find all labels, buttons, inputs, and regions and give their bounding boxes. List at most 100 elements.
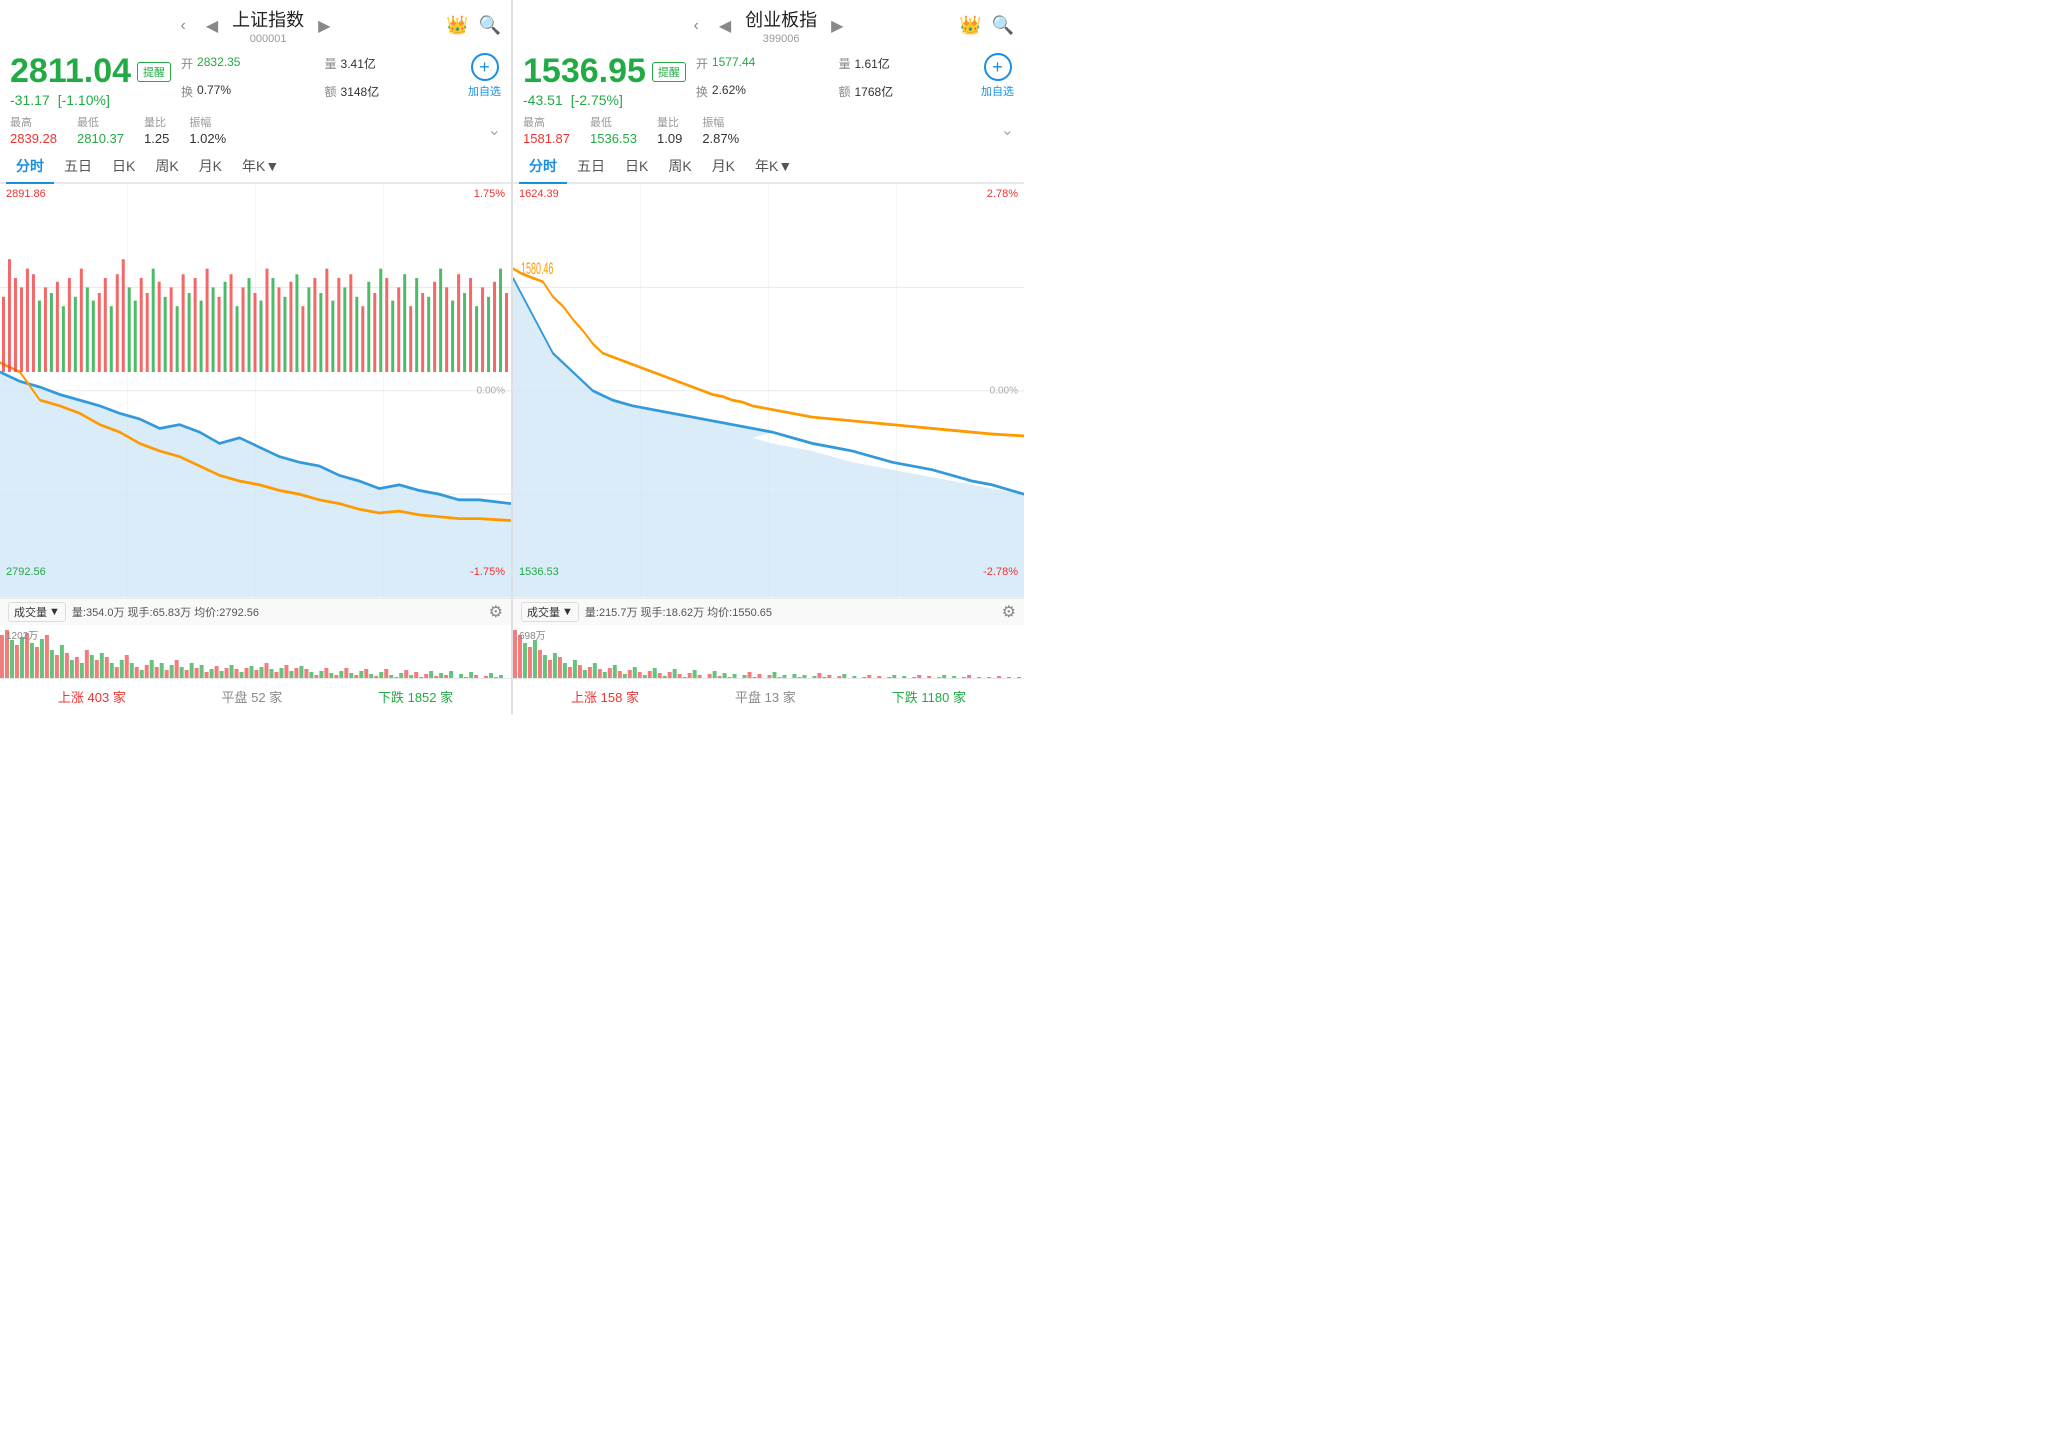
right-up-unit: 家: [626, 690, 639, 705]
left-up-label: 上涨: [58, 690, 84, 705]
left-prev-btn[interactable]: ◀: [200, 14, 224, 38]
left-volume-val: 3.41亿: [341, 55, 376, 81]
left-chevron-down-icon[interactable]: ⌄: [488, 120, 501, 140]
right-down-label: 下跌: [892, 690, 918, 705]
left-change-val: -31.17: [10, 92, 50, 108]
right-amount: 额 1768亿: [838, 83, 971, 109]
left-bottom-stats: 上涨 403 家 平盘 52 家 下跌 1852 家: [0, 678, 511, 714]
left-stats-row: 最高 2839.28 最低 2810.37 量比 1.25 振幅 1.02% ⌄: [0, 112, 511, 150]
right-chart-low-pct: -2.78%: [983, 566, 1018, 578]
right-flat-label: 平盘: [735, 690, 761, 705]
left-up-count: 403: [87, 690, 109, 705]
left-gear-icon[interactable]: ⚙: [489, 602, 503, 622]
right-tab-1[interactable]: 五日: [567, 150, 615, 182]
right-tab-5[interactable]: 年K▼: [745, 150, 802, 182]
left-vol-max: 1202万: [6, 627, 38, 642]
svg-text:1580.46: 1580.46: [521, 260, 553, 279]
right-next-btn[interactable]: ▶: [825, 14, 849, 38]
left-chart-mid-pct: 0.00%: [477, 386, 505, 397]
right-chart-svg: 1580.46: [513, 184, 1024, 598]
right-stat-vr: 量比 1.09: [657, 114, 682, 146]
right-tab-4[interactable]: 月K: [702, 150, 745, 182]
right-price-change: -43.51 [-2.75%]: [523, 92, 686, 108]
left-back-btn[interactable]: ‹: [175, 15, 192, 37]
right-amount-val: 1768亿: [854, 83, 893, 109]
right-alert-btn[interactable]: 提醒: [652, 62, 686, 82]
left-chart-area: 2891.86 1.75% 2792.56 -1.75% 0.00%: [0, 184, 511, 598]
right-chart-low: 1536.53: [519, 566, 559, 578]
left-tab-0[interactable]: 分时: [6, 150, 54, 182]
right-tab-0[interactable]: 分时: [519, 150, 567, 182]
right-tab-2[interactable]: 日K: [615, 150, 658, 182]
right-panel: ‹ ◀ 创业板指 399006 ▶ 👑 🔍 1536.95 提醒 -43.51: [513, 0, 1024, 714]
left-chart-low-pct: -1.75%: [470, 566, 505, 578]
right-code: 399006: [745, 33, 817, 45]
left-stat-amp: 振幅 1.02%: [189, 114, 226, 146]
left-next-btn[interactable]: ▶: [312, 14, 336, 38]
right-volume-dropdown[interactable]: 成交量 ▼: [521, 602, 579, 622]
left-down-count: 1852: [408, 690, 437, 705]
left-up-stats: 上涨 403 家: [58, 687, 126, 706]
right-search-icon[interactable]: 🔍: [992, 15, 1014, 36]
right-tab-3[interactable]: 周K: [658, 150, 701, 182]
right-volume-dropdown-icon: ▼: [562, 606, 573, 618]
left-add-watch-label: 加自选: [468, 83, 501, 99]
left-stat-high: 最高 2839.28: [10, 114, 57, 146]
left-tab-3[interactable]: 周K: [145, 150, 188, 182]
left-turnover: 换 0.77%: [181, 83, 314, 109]
left-tab-1[interactable]: 五日: [54, 150, 102, 182]
left-tab-2[interactable]: 日K: [102, 150, 145, 182]
left-chart-high: 2891.86: [6, 188, 46, 200]
left-volume-header: 成交量 ▼ 量:354.0万 现手:65.83万 均价:2792.56 ⚙: [0, 599, 511, 625]
right-add-watch-label: 加自选: [981, 83, 1014, 99]
left-price-main: 2811.04: [10, 53, 131, 90]
right-down-count: 1180: [921, 690, 949, 705]
left-header: ‹ ◀ 上证指数 000001 ▶ 👑 🔍: [0, 0, 511, 47]
left-tab-4[interactable]: 月K: [189, 150, 232, 182]
right-volume-section: 成交量 ▼ 量:215.7万 现手:18.62万 均价:1550.65 ⚙ 69…: [513, 598, 1024, 678]
right-back-btn[interactable]: ‹: [688, 15, 705, 37]
right-add-watch-btn[interactable]: + 加自选: [981, 53, 1014, 108]
left-volume-label: 成交量: [14, 604, 47, 620]
left-tabs: 分时 五日 日K 周K 月K 年K▼: [0, 150, 511, 184]
left-crown-icon[interactable]: 👑: [446, 15, 468, 36]
right-prev-btn[interactable]: ◀: [713, 14, 737, 38]
right-chevron-down-icon[interactable]: ⌄: [1001, 120, 1014, 140]
right-vr-val: 1.09: [657, 131, 682, 146]
right-stat-low: 最低 1536.53: [590, 114, 637, 146]
right-volume: 量 1.61亿: [838, 55, 971, 81]
left-price-details: 开 2832.35 量 3.41亿 换 0.77% 额 3148亿: [181, 53, 458, 108]
right-volume-val: 1.61亿: [854, 55, 889, 81]
left-alert-btn[interactable]: 提醒: [137, 62, 171, 82]
right-crown-icon[interactable]: 👑: [959, 15, 981, 36]
left-tab-5[interactable]: 年K▼: [232, 150, 289, 182]
left-add-watch-btn[interactable]: + 加自选: [468, 53, 501, 108]
right-gear-icon[interactable]: ⚙: [1002, 602, 1016, 622]
left-flat-count: 52: [251, 690, 265, 705]
right-stat-high: 最高 1581.87: [523, 114, 570, 146]
left-turnover-val: 0.77%: [197, 83, 231, 109]
left-header-icons: 👑 🔍: [446, 15, 501, 36]
left-volume-dropdown-icon: ▼: [49, 606, 60, 618]
left-open: 开 2832.35: [181, 55, 314, 81]
right-amp-val: 2.87%: [702, 131, 739, 146]
right-chart-high: 1624.39: [519, 188, 559, 200]
left-volume: 量 3.41亿: [325, 55, 458, 81]
left-up-unit: 家: [113, 690, 126, 705]
left-volume-dropdown[interactable]: 成交量 ▼: [8, 602, 66, 622]
right-turnover: 换 2.62%: [696, 83, 829, 109]
left-down-stats: 下跌 1852 家: [378, 687, 453, 706]
right-price-section: 1536.95 提醒 -43.51 [-2.75%] 开 1577.44 量 1…: [513, 47, 1024, 112]
left-vr-val: 1.25: [144, 131, 169, 146]
right-price-details: 开 1577.44 量 1.61亿 换 2.62% 额 1768亿: [696, 53, 971, 108]
right-volume-header: 成交量 ▼ 量:215.7万 现手:18.62万 均价:1550.65 ⚙: [513, 599, 1024, 625]
right-high-val: 1581.87: [523, 131, 570, 146]
right-chart-area: 1624.39 2.78% 1536.53 -2.78% 0.00%: [513, 184, 1024, 598]
left-search-icon[interactable]: 🔍: [479, 15, 501, 36]
left-change-pct: [-1.10%]: [58, 92, 110, 108]
left-amp-val: 1.02%: [189, 131, 226, 146]
right-header-icons: 👑 🔍: [959, 15, 1014, 36]
left-volume-chart: 1202万: [0, 625, 511, 678]
right-chart-mid-pct: 0.00%: [990, 386, 1018, 397]
left-volume-section: 成交量 ▼ 量:354.0万 现手:65.83万 均价:2792.56 ⚙ 12…: [0, 598, 511, 678]
